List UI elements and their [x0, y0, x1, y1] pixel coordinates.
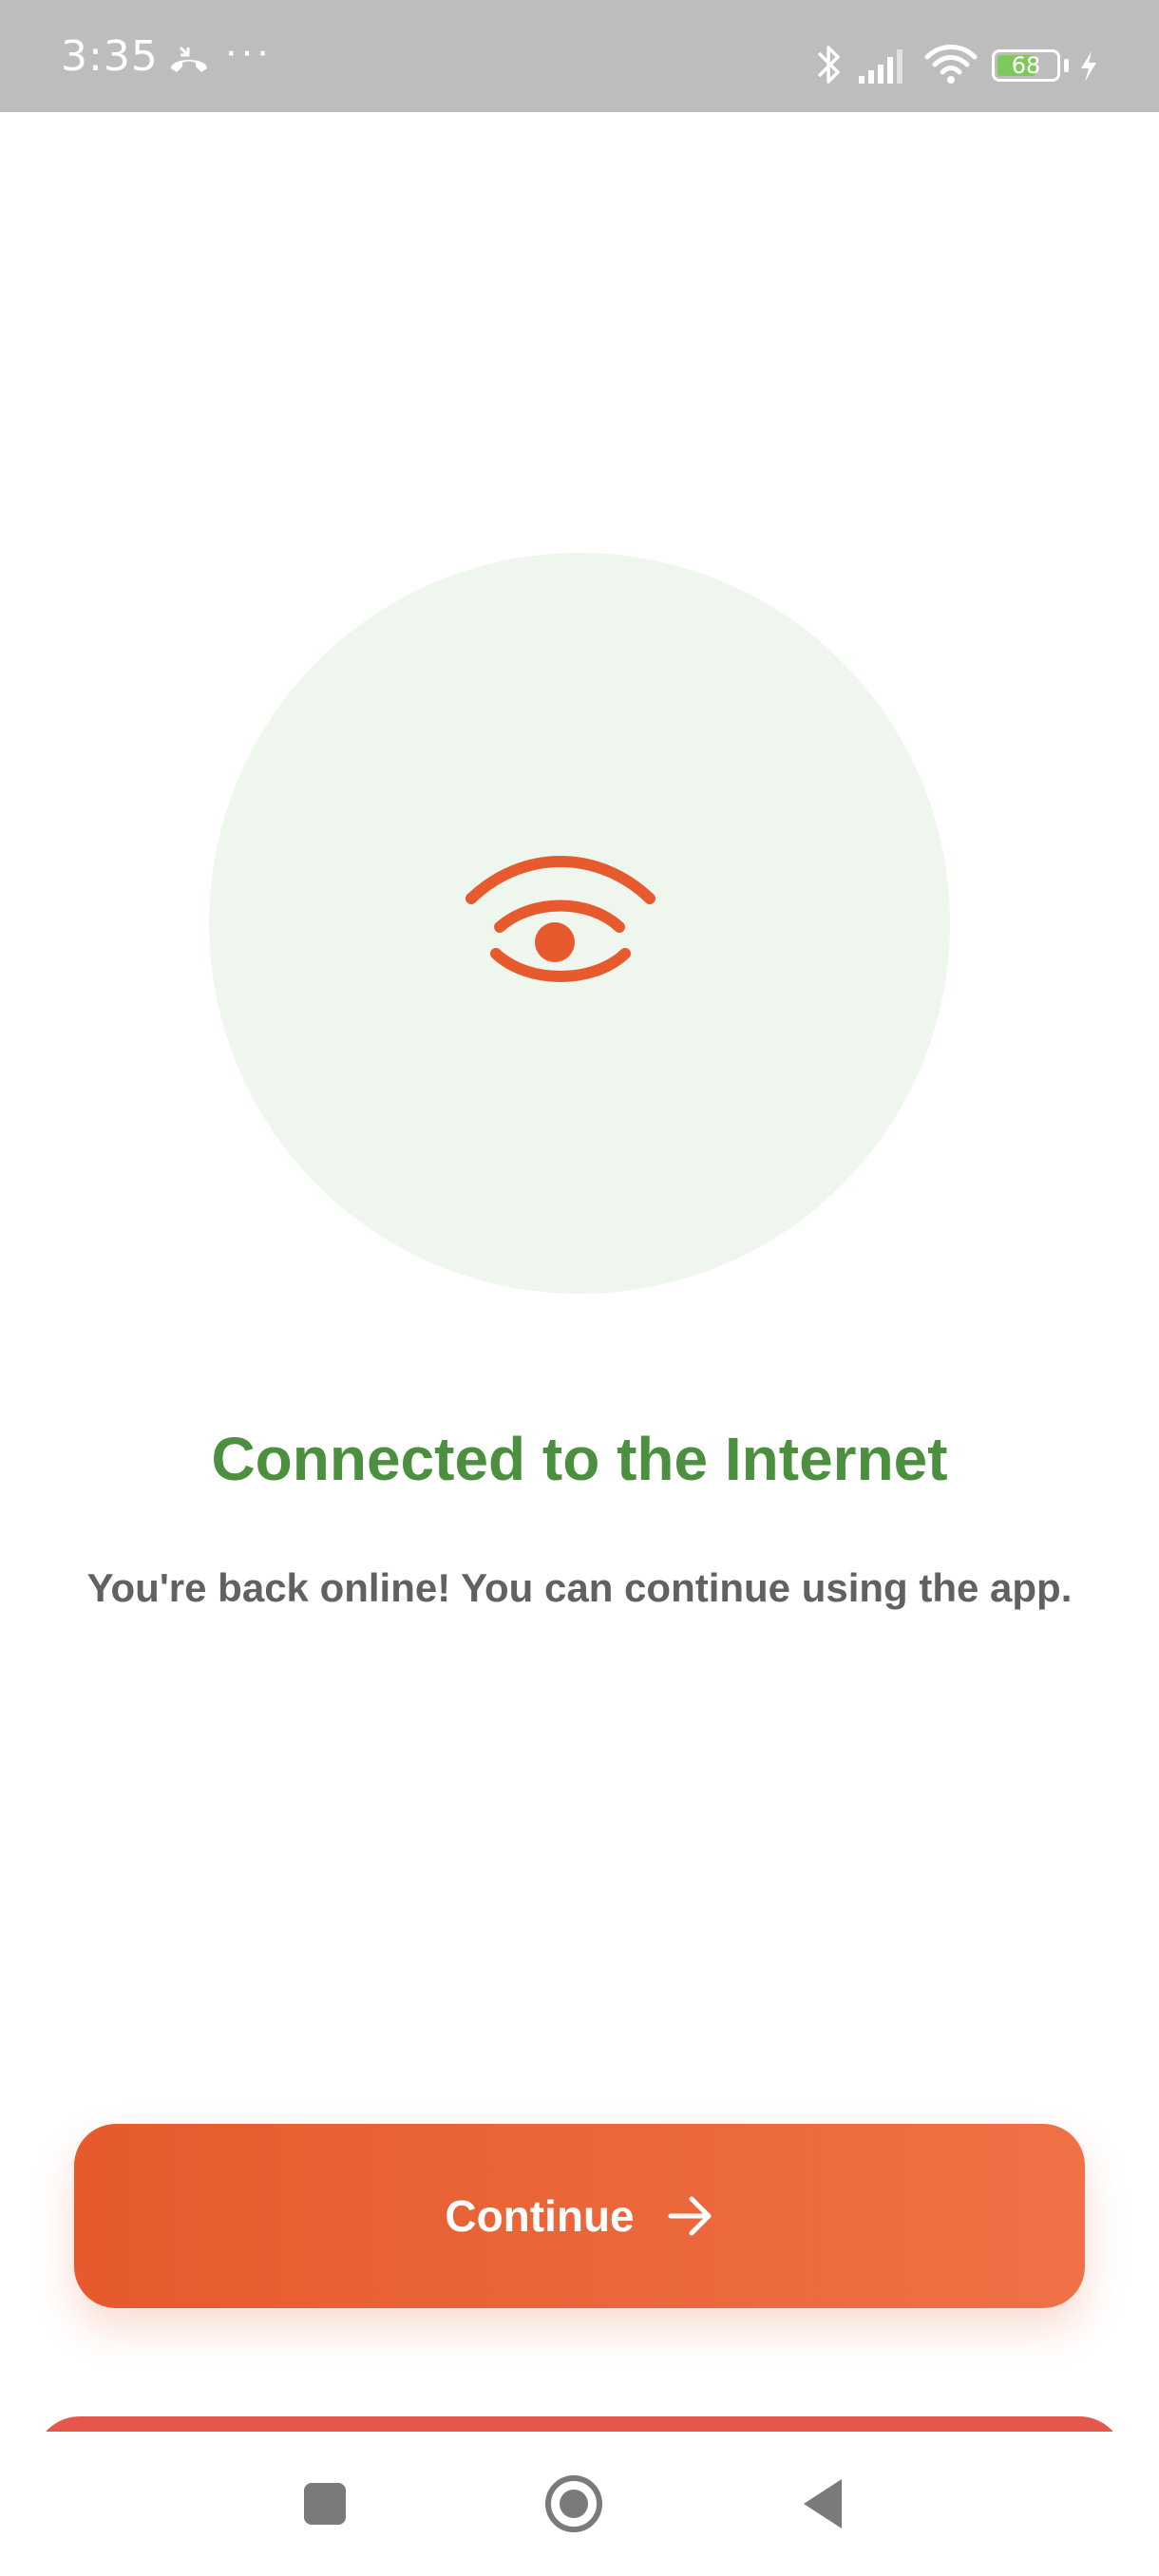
charging-icon: [1081, 51, 1096, 82]
battery-level: 68: [1011, 52, 1041, 79]
home-icon[interactable]: [543, 2473, 604, 2534]
connection-title: Connected to the Internet: [211, 1425, 948, 1493]
system-navigation-bar: [0, 2432, 1159, 2576]
eye-icon: [466, 856, 656, 982]
status-time: 3:35: [61, 32, 159, 81]
wifi-icon: [924, 45, 978, 84]
continue-button-label: Continue: [445, 2191, 635, 2241]
recents-icon[interactable]: [294, 2473, 355, 2534]
status-bar: 3:35 ··· 68: [0, 0, 1159, 112]
continue-button[interactable]: Continue: [74, 2124, 1085, 2308]
battery-icon: 68: [992, 49, 1060, 82]
call-icon: [171, 46, 207, 72]
arrow-right-icon: [668, 2196, 712, 2236]
bluetooth-icon: [817, 46, 840, 84]
battery-tip: [1064, 59, 1069, 72]
connection-message: You're back online! You can continue usi…: [86, 1565, 1073, 1610]
status-more-indicator: ···: [224, 28, 272, 74]
signal-icon: [859, 49, 902, 84]
back-icon[interactable]: [796, 2473, 857, 2534]
